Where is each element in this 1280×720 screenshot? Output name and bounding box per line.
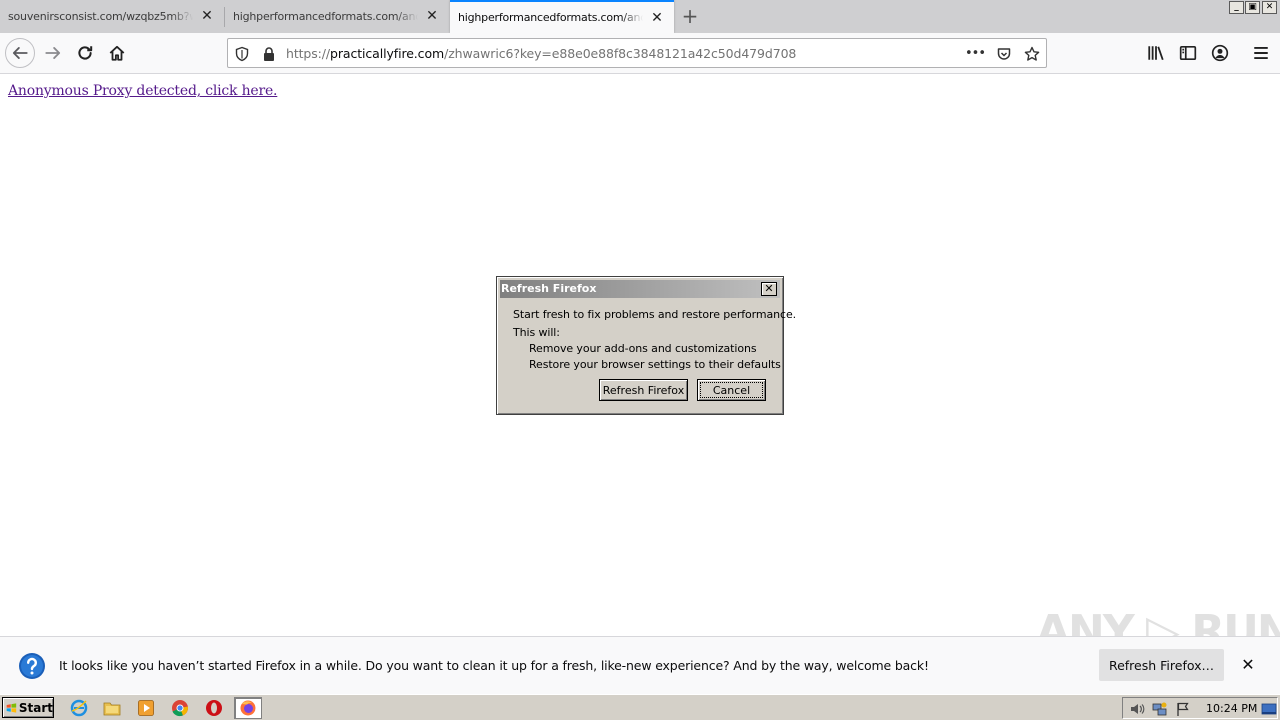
new-tab-button[interactable]: +: [680, 6, 700, 26]
reload-button[interactable]: [71, 39, 99, 67]
reload-icon: [78, 46, 93, 60]
system-tray: 10:24 PM: [1122, 697, 1278, 719]
forward-button[interactable]: [39, 39, 67, 67]
page-actions-more-icon[interactable]: •••: [965, 44, 986, 62]
tab-title: highperformancedformats.com/anonym: [458, 11, 643, 24]
url-text[interactable]: https://practicallyfire.com/zhwawric6?ke…: [286, 46, 796, 61]
volume-icon[interactable]: [1129, 701, 1145, 717]
bookmark-star-icon[interactable]: [1023, 45, 1041, 63]
start-label: Start: [18, 700, 53, 715]
network-icon[interactable]: [1152, 701, 1168, 717]
sidebar-button[interactable]: [1174, 39, 1202, 67]
start-button[interactable]: Start: [2, 697, 54, 718]
home-button[interactable]: [103, 39, 131, 67]
internet-explorer-icon[interactable]: [69, 698, 89, 718]
firefox-taskbar-button[interactable]: [234, 697, 262, 719]
dialog-titlebar[interactable]: Refresh Firefox ✕: [500, 280, 780, 298]
tab-1[interactable]: souvenirsconsist.com/wzqbz5mb?wrrg= ✕: [0, 0, 224, 33]
back-arrow-icon: [12, 47, 28, 59]
tracking-protection-shield-icon[interactable]: [233, 45, 251, 63]
url-path: /zhwawric6?key=e88e0e88f8c3848121a42c50d…: [444, 46, 797, 61]
refresh-firefox-dialog: Refresh Firefox ✕ Start fresh to fix pro…: [496, 276, 796, 415]
menu-button[interactable]: [1247, 39, 1275, 67]
library-icon: [1148, 46, 1164, 61]
account-icon: [1211, 44, 1229, 62]
back-button[interactable]: [5, 38, 35, 68]
dialog-title: Refresh Firefox: [501, 282, 597, 295]
dialog-this-will-label: This will:: [513, 326, 560, 339]
dialog-list-item: Remove your add-ons and customizations: [529, 342, 757, 355]
hamburger-menu-icon: [1254, 46, 1268, 60]
windows-taskbar: Start 10:24 PM: [0, 694, 1280, 720]
lock-icon[interactable]: [260, 45, 278, 63]
tab-title: highperformancedformats.com/anonym: [233, 10, 418, 23]
media-player-icon[interactable]: [136, 698, 156, 718]
anonymous-proxy-link[interactable]: Anonymous Proxy detected, click here.: [8, 83, 278, 99]
dialog-description: Start fresh to fix problems and restore …: [513, 308, 797, 321]
home-icon: [109, 45, 125, 61]
forward-arrow-icon: [45, 47, 61, 59]
file-explorer-icon[interactable]: [102, 698, 122, 718]
question-icon: [19, 653, 45, 679]
tab-close-icon[interactable]: ✕: [650, 11, 664, 25]
tab-strip: souvenirsconsist.com/wzqbz5mb?wrrg= ✕ hi…: [0, 0, 1280, 33]
url-scheme: https://: [286, 46, 331, 61]
dialog-cancel-button[interactable]: Cancel: [697, 379, 766, 401]
notification-close-icon[interactable]: ✕: [1240, 657, 1256, 673]
url-host: practicallyfire.com: [330, 46, 445, 61]
sidebar-icon: [1179, 45, 1197, 61]
window-restore-button[interactable]: ▣: [1245, 1, 1260, 14]
navigation-toolbar: https://practicallyfire.com/zhwawric6?ke…: [0, 33, 1280, 74]
window-minimize-button[interactable]: _: [1229, 1, 1244, 14]
url-bar[interactable]: https://practicallyfire.com/zhwawric6?ke…: [227, 38, 1047, 68]
dialog-close-button[interactable]: ✕: [761, 282, 777, 296]
window-close-button[interactable]: ✕: [1262, 1, 1277, 14]
notification-message: It looks like you haven’t started Firefo…: [59, 658, 929, 673]
account-button[interactable]: [1206, 39, 1234, 67]
pocket-icon[interactable]: [995, 45, 1013, 63]
refresh-notification-bar: It looks like you haven’t started Firefo…: [0, 636, 1280, 694]
tab-2[interactable]: highperformancedformats.com/anonym ✕: [225, 0, 449, 33]
library-button[interactable]: [1142, 39, 1170, 67]
opera-icon[interactable]: [204, 698, 224, 718]
tab-3-active[interactable]: highperformancedformats.com/anonym ✕: [450, 0, 674, 33]
firefox-icon: [240, 700, 256, 716]
dialog-list-item: Restore your browser settings to their d…: [529, 358, 781, 371]
windows-logo-icon: [6, 702, 17, 713]
show-desktop-icon[interactable]: [1261, 701, 1277, 717]
taskbar-clock[interactable]: 10:24 PM: [1206, 702, 1257, 715]
chrome-icon[interactable]: [170, 698, 190, 718]
tab-title: souvenirsconsist.com/wzqbz5mb?wrrg=: [8, 10, 193, 23]
tab-close-icon[interactable]: ✕: [425, 9, 439, 23]
notification-refresh-firefox-button[interactable]: Refresh Firefox…: [1099, 649, 1224, 681]
dialog-refresh-firefox-button[interactable]: Refresh Firefox: [599, 379, 688, 401]
tab-close-icon[interactable]: ✕: [200, 9, 214, 23]
action-center-flag-icon[interactable]: [1175, 701, 1191, 717]
